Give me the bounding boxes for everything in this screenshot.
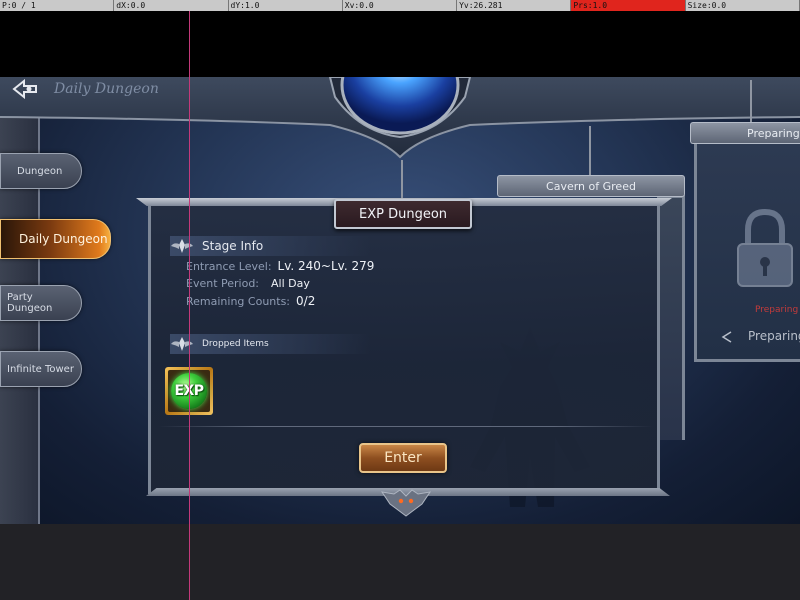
preparing-card-title: Preparing xyxy=(690,122,800,144)
hanging-chain xyxy=(750,80,752,124)
event-period-row: Event Period: All Day xyxy=(186,277,310,290)
lock-icon xyxy=(737,208,793,287)
exp-dungeon-title-plate: EXP Dungeon xyxy=(334,199,472,229)
debug-pressure: Prs:1.0 xyxy=(571,0,686,11)
winged-emblem-icon xyxy=(171,239,193,253)
page-title: Daily Dungeon xyxy=(54,81,159,97)
panel-divider xyxy=(158,426,653,427)
cavern-of-greed-card[interactable] xyxy=(657,195,685,440)
entrance-level-value: Lv. 240~Lv. 279 xyxy=(277,259,375,273)
enter-button-label: Enter xyxy=(384,450,422,466)
sidebar-item-label: Dungeon xyxy=(17,165,63,177)
back-arrow-icon[interactable] xyxy=(12,79,38,99)
enter-button[interactable]: Enter xyxy=(359,443,447,473)
sidebar-item-label: Infinite Tower xyxy=(7,363,74,375)
debug-xv: Xv:0.0 xyxy=(343,0,458,11)
hanging-chain xyxy=(589,126,591,176)
sidebar-item-party-dungeon[interactable]: Party Dungeon xyxy=(0,285,82,321)
debug-dy: dY:1.0 xyxy=(229,0,343,11)
sidebar-item-label: Daily Dungeon xyxy=(19,232,108,246)
sidebar-item-label: Party Dungeon xyxy=(7,292,53,314)
left-arrow-icon xyxy=(721,331,732,343)
dropped-items-header: Dropped Items xyxy=(170,334,370,354)
panel-title: EXP Dungeon xyxy=(358,206,448,222)
debug-yv: Yv:26.281 xyxy=(457,0,572,11)
preparing-status-text: Preparing xyxy=(755,305,799,315)
hanging-chain xyxy=(401,160,403,200)
sidebar-item-infinite-tower[interactable]: Infinite Tower xyxy=(0,351,82,387)
event-period-label: Event Period: xyxy=(186,277,260,290)
entrance-level-label: Entrance Level: xyxy=(186,260,272,273)
dropped-items-label: Dropped Items xyxy=(202,339,269,349)
debug-status-bar: P:0 / 1 dX:0.0 dY:1.0 Xv:0.0 Yv:26.281 P… xyxy=(0,0,800,11)
stage-info-label: Stage Info xyxy=(202,239,264,253)
bottom-bar xyxy=(0,524,800,600)
debug-size: Size:0.0 xyxy=(686,0,800,11)
event-period-value: All Day xyxy=(271,277,310,290)
sidebar-item-dungeon[interactable]: Dungeon xyxy=(0,153,82,189)
demon-crest-ornament xyxy=(380,489,432,517)
debug-dx: dX:0.0 xyxy=(114,0,229,11)
preparing-label: Preparing xyxy=(748,329,800,343)
stage-info-header: Stage Info xyxy=(170,236,370,256)
sidebar-item-daily-dungeon[interactable]: Daily Dungeon xyxy=(0,219,111,259)
entrance-level-row: Entrance Level: Lv. 240~Lv. 279 xyxy=(186,259,374,273)
remaining-counts-value: 0/2 xyxy=(296,294,316,308)
remaining-counts-label: Remaining Counts: xyxy=(186,295,291,308)
cavern-card-title: Cavern of Greed xyxy=(497,175,685,197)
debug-touch-crosshair xyxy=(189,0,190,600)
winged-emblem-icon xyxy=(171,337,193,351)
game-screen: P:0 / 1 dX:0.0 dY:1.0 Xv:0.0 Yv:26.281 P… xyxy=(0,0,800,600)
remaining-counts-row: Remaining Counts: 0/2 xyxy=(186,294,315,308)
debug-pointer: P:0 / 1 xyxy=(0,0,115,11)
